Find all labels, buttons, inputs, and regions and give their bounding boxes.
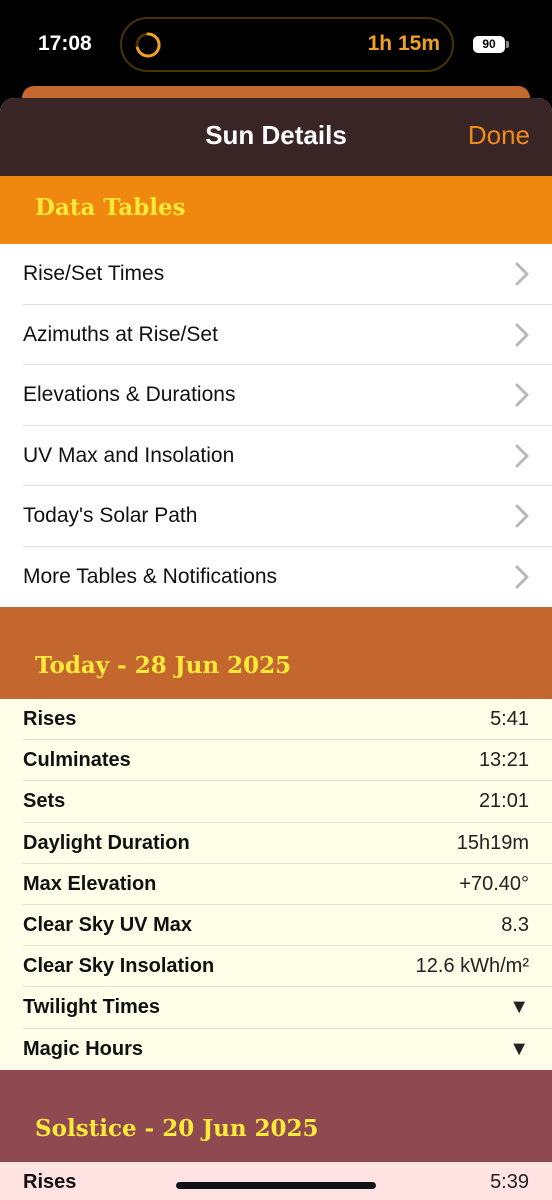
row-value: +70.40°	[459, 872, 529, 895]
menu-item-label: UV Max and Insolation	[23, 443, 235, 467]
list-item-magic-hours[interactable]: Magic Hours ▼	[0, 1029, 552, 1070]
data-tables-menu: Rise/Set Times Azimuths at Rise/Set Elev…	[0, 244, 552, 607]
chevron-right-icon	[515, 504, 529, 528]
row-label: Max Elevation	[23, 872, 157, 895]
menu-item-uv-max[interactable]: UV Max and Insolation	[0, 426, 552, 486]
sun-details-sheet: Sun Details Done Data Tables Rise/Set Ti…	[0, 98, 552, 1200]
list-item-culminates: Culminates 13:21	[0, 740, 552, 782]
row-value: 5:41	[490, 708, 529, 730]
list-item-sets: Sets 21:01	[0, 781, 552, 823]
solstice-header: Solstice - 20 Jun 2025	[0, 1070, 552, 1162]
chevron-right-icon	[515, 444, 529, 467]
row-value: 12.6 kWh/m²	[415, 955, 529, 978]
today-title: Today - 28 Jun 2025	[35, 652, 292, 679]
list-item-twilight-times[interactable]: Twilight Times ▼	[0, 987, 552, 1029]
row-label: Sets	[23, 790, 66, 813]
row-value: 8.3	[501, 913, 529, 936]
row-value: 13:21	[478, 749, 529, 772]
menu-item-solar-path[interactable]: Today's Solar Path	[0, 486, 552, 547]
menu-item-more-tables[interactable]: More Tables & Notifications	[0, 547, 552, 608]
menu-item-label: Rise/Set Times	[23, 262, 165, 285]
battery-icon: 90	[473, 36, 505, 53]
row-label: Culminates	[23, 749, 131, 772]
status-time: 17:08	[38, 32, 92, 55]
row-label: Rises	[23, 708, 77, 730]
menu-item-azimuths[interactable]: Azimuths at Rise/Set	[0, 305, 552, 365]
row-label: Magic Hours	[23, 1037, 144, 1060]
today-header: Today - 28 Jun 2025	[0, 607, 552, 699]
timer-ring-icon	[135, 32, 161, 58]
row-label: Rises	[23, 1171, 77, 1193]
chevron-right-icon	[515, 565, 529, 588]
chevron-right-icon	[515, 383, 529, 407]
row-label: Clear Sky UV Max	[23, 913, 192, 936]
done-button[interactable]: Done	[468, 120, 530, 151]
menu-item-label: Today's Solar Path	[23, 504, 198, 527]
row-value: 5:39	[490, 1171, 529, 1193]
list-item-insolation: Clear Sky Insolation 12.6 kWh/m²	[0, 946, 552, 988]
solstice-title: Solstice - 20 Jun 2025	[35, 1115, 319, 1142]
menu-item-elevations[interactable]: Elevations & Durations	[0, 365, 552, 426]
menu-item-label: Elevations & Durations	[23, 383, 236, 406]
battery-nub	[506, 41, 509, 48]
dynamic-island[interactable]: 1h 15m	[120, 17, 454, 72]
menu-item-label: Azimuths at Rise/Set	[23, 322, 218, 346]
row-label: Clear Sky Insolation	[23, 955, 215, 978]
chevron-right-icon	[515, 262, 529, 286]
chevron-right-icon	[515, 323, 529, 346]
timer-remaining: 1h 15m	[367, 32, 440, 55]
list-item-daylight-duration: Daylight Duration 15h19m	[0, 823, 552, 864]
menu-item-rise-set-times[interactable]: Rise/Set Times	[0, 244, 552, 305]
list-item-rises: Rises 5:41	[0, 699, 552, 741]
expand-triangle-icon[interactable]: ▼	[509, 996, 529, 1019]
today-details-list: Rises 5:41 Culminates 13:21 Sets 21:01 D…	[0, 699, 552, 1070]
list-item-max-elevation: Max Elevation +70.40°	[0, 864, 552, 905]
menu-item-label: More Tables & Notifications	[23, 564, 278, 588]
home-indicator[interactable]	[176, 1182, 376, 1189]
data-tables-title: Data Tables	[35, 194, 186, 221]
row-label: Daylight Duration	[23, 831, 190, 854]
status-bar: 17:08 1h 15m 90	[0, 0, 552, 92]
row-value: 21:01	[478, 790, 529, 813]
list-item-rises: Rises 5:39	[0, 1162, 552, 1200]
row-label: Twilight Times	[23, 996, 161, 1019]
data-tables-header: Data Tables	[0, 176, 552, 244]
row-value: 15h19m	[456, 831, 529, 854]
list-item-uv-max: Clear Sky UV Max 8.3	[0, 905, 552, 947]
nav-bar: Sun Details Done	[0, 98, 552, 176]
expand-triangle-icon[interactable]: ▼	[509, 1038, 529, 1061]
solstice-details-list: Rises 5:39	[0, 1162, 552, 1200]
